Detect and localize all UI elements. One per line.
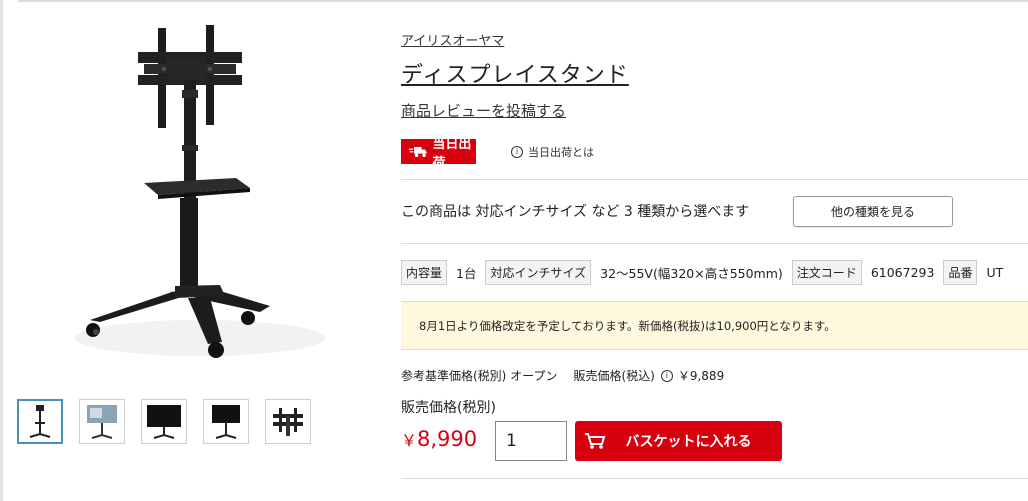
price-value: 8,990 <box>417 427 478 451</box>
bracket-thumbnail-icon <box>273 407 303 436</box>
cart-icon <box>575 432 615 450</box>
divider <box>401 478 1028 479</box>
thumbnail-4[interactable] <box>203 399 249 444</box>
same-day-badge-label: 当日出荷 <box>432 136 472 171</box>
same-day-info-label: 当日出荷とは <box>528 146 594 159</box>
review-link[interactable]: 商品レビューを投稿する <box>401 100 566 121</box>
spec-value-order-code: 61067293 <box>870 265 935 280</box>
thumbnail-strip <box>17 399 311 444</box>
add-to-basket-button[interactable]: バスケットに入れる <box>575 421 782 461</box>
price-currency: ￥ <box>401 431 418 450</box>
reference-price-row: 参考基準価格(税別) オープン 販売価格(税込) i ￥9,889 <box>401 367 724 384</box>
top-divider <box>18 0 1028 2</box>
spec-value-content: 1台 <box>456 266 477 281</box>
divider <box>401 179 1028 180</box>
same-day-info-link[interactable]: i 当日出荷とは <box>511 144 594 160</box>
quantity-input[interactable] <box>495 421 567 461</box>
thumbnail-2[interactable] <box>79 399 125 444</box>
spec-label-inch: 対応インチサイズ <box>485 260 592 285</box>
thumbnail-1[interactable] <box>17 399 63 444</box>
sale-price-tax-value: ￥9,889 <box>677 369 725 383</box>
main-product-image[interactable] <box>60 20 350 380</box>
price-change-notice: 8月1日より価格改定を予定しております。新価格(税抜)は10,900円となります… <box>401 301 1028 350</box>
screen-scene-thumbnail-icon <box>87 404 117 439</box>
brand-link[interactable]: アイリスオーヤマ <box>401 30 504 49</box>
product-title: ディスプレイスタンド <box>401 63 629 88</box>
spec-value-inch: 32〜55V(幅320×高さ550mm) <box>600 266 783 281</box>
sale-price-tax-label: 販売価格(税込) <box>573 369 655 383</box>
spec-label-order-code: 注文コード <box>791 260 862 285</box>
price: ￥8,990 <box>401 427 477 451</box>
reference-price-label: 参考基準価格(税別) オープン <box>401 369 558 383</box>
thumbnail-5[interactable] <box>265 399 311 444</box>
info-icon[interactable]: i <box>660 369 673 382</box>
same-day-shipping-badge: 当日出荷 <box>401 137 476 171</box>
stand-thumbnail-icon <box>29 404 51 438</box>
divider <box>401 243 1028 244</box>
spec-label-content: 内容量 <box>401 260 448 285</box>
spec-list: 内容量 1台 対応インチサイズ 32〜55V(幅320×高さ550mm) 注文コ… <box>401 260 1012 285</box>
info-icon: i <box>511 146 523 158</box>
truck-icon <box>409 146 427 157</box>
thumbnail-3[interactable] <box>141 399 187 444</box>
other-variants-button[interactable]: 他の種類を見る <box>793 196 953 227</box>
add-to-basket-label: バスケットに入れる <box>625 434 752 450</box>
variant-description: この商品は 対応インチサイズ など 3 種類から選べます <box>401 204 750 220</box>
spec-value-model: UT <box>986 265 1004 280</box>
tv-angle-thumbnail-icon <box>212 404 240 439</box>
price-label: 販売価格(税別) <box>401 400 496 416</box>
spec-label-model: 品番 <box>943 260 978 285</box>
tv-front-thumbnail-icon <box>147 404 181 439</box>
display-stand-image <box>75 25 325 358</box>
left-border <box>0 0 3 501</box>
notice-text: 8月1日より価格改定を予定しております。新価格(税抜)は10,900円となります… <box>419 318 836 333</box>
